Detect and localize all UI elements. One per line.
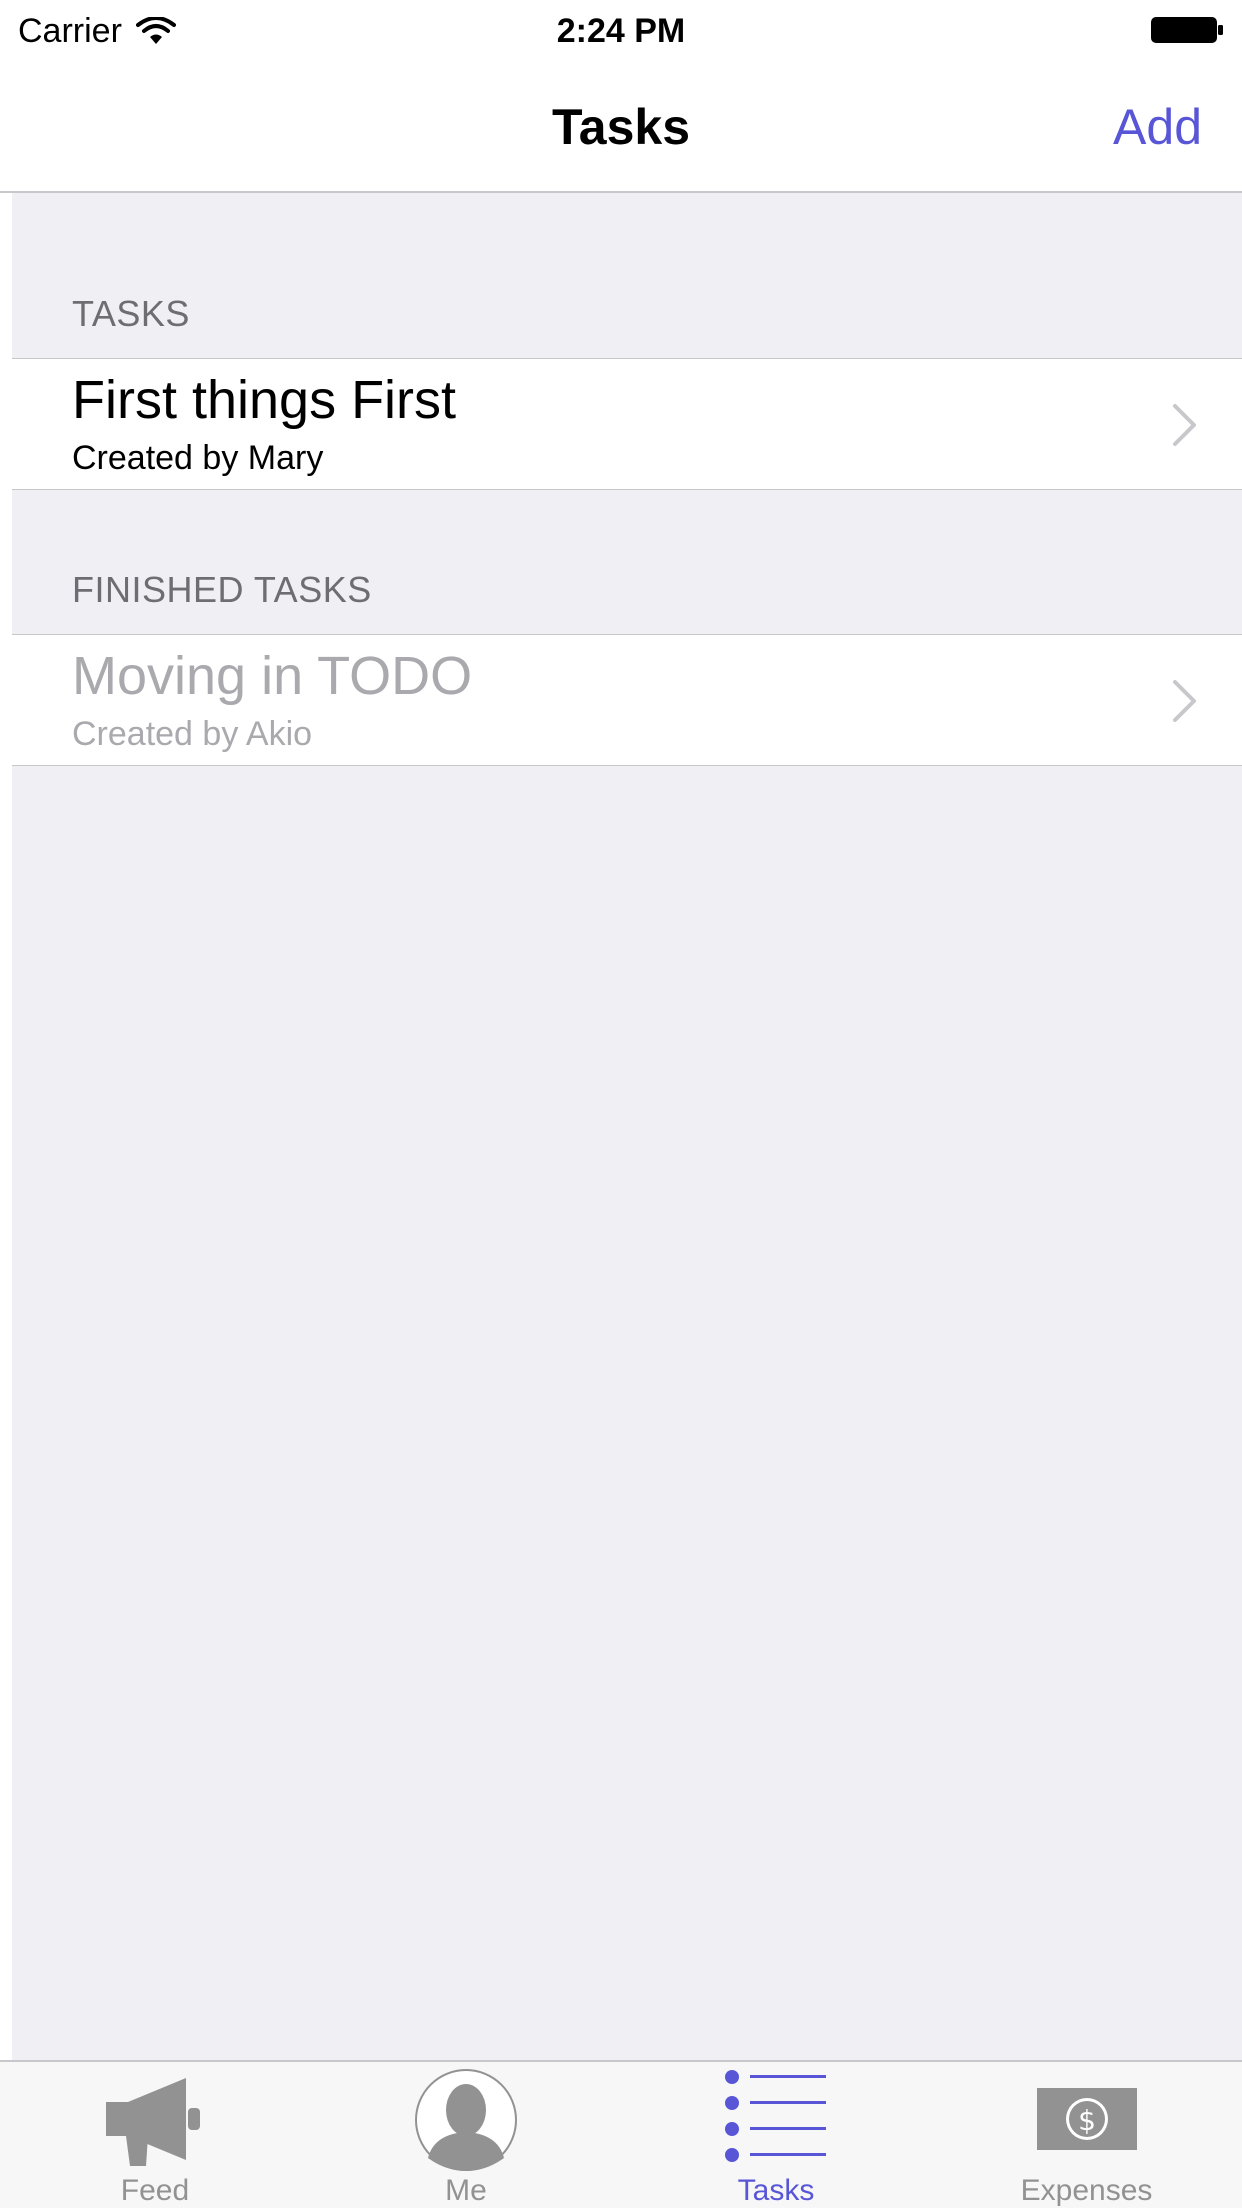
dollar-bill-icon: $ <box>1036 2088 1137 2150</box>
tab-label-feed: Feed <box>120 2174 190 2207</box>
page-title: Tasks <box>551 99 691 155</box>
section-header-finished-tasks: FINISHED TASKS <box>72 569 372 610</box>
tab-label-me: Me <box>445 2174 487 2207</box>
status-time: 2:24 PM <box>556 12 686 50</box>
status-bar: Carrier 2:24 PM <box>0 0 1242 60</box>
tab-expenses[interactable]: $ Expenses <box>931 2062 1242 2208</box>
chevron-right-icon <box>1173 404 1196 446</box>
task-list[interactable]: TASKS First things First Created by Mary… <box>12 193 1242 2060</box>
task-subtitle: Created by Akio <box>72 715 313 753</box>
task-subtitle: Created by Mary <box>72 439 324 477</box>
tab-me[interactable]: Me <box>311 2062 621 2208</box>
svg-text:$: $ <box>1078 2104 1096 2137</box>
tab-feed[interactable]: Feed <box>0 2062 310 2208</box>
task-title: First things First <box>72 370 457 430</box>
battery-icon <box>1151 17 1223 43</box>
task-row-moving-in-todo[interactable]: Moving in TODO Created by Akio <box>12 634 1242 766</box>
tab-bar: Feed Me Tasks $ Expenses <box>0 2060 1242 2208</box>
task-row-first-things-first[interactable]: First things First Created by Mary <box>12 358 1242 490</box>
tab-tasks[interactable]: Tasks <box>621 2062 931 2208</box>
megaphone-icon <box>106 2078 200 2166</box>
person-icon <box>415 2069 517 2171</box>
navigation-bar: Tasks Add <box>0 60 1242 193</box>
tab-label-expenses: Expenses <box>1020 2174 1153 2207</box>
add-button[interactable]: Add <box>1113 98 1202 156</box>
tab-label-tasks: Tasks <box>737 2174 815 2207</box>
task-title: Moving in TODO <box>72 646 473 706</box>
list-icon <box>725 2070 826 2162</box>
chevron-right-icon <box>1173 680 1196 722</box>
section-header-tasks: TASKS <box>72 293 190 334</box>
screen: Carrier 2:24 PM Tasks Add TASKS First th… <box>0 0 1242 2208</box>
